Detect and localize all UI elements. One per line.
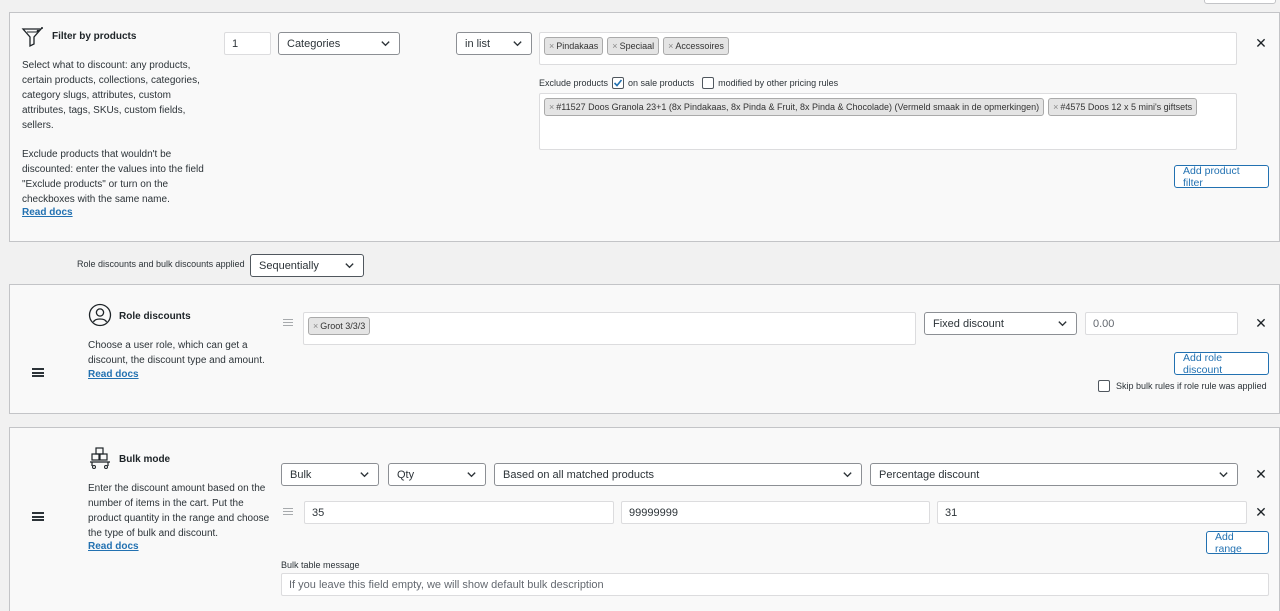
applied-select[interactable]: Sequentially <box>250 254 364 277</box>
skip-bulk-checkbox[interactable] <box>1098 380 1110 392</box>
drag-handle-icon[interactable] <box>283 319 293 326</box>
checkmark-icon <box>613 79 623 87</box>
exclude-row: Exclude products on sale products modifi… <box>539 77 838 89</box>
excluded-product-tag[interactable]: × #11527 Doos Granola 23+1 (8x Pindakaas,… <box>544 98 1045 116</box>
filter-description: Select what to discount: any products, c… <box>22 60 200 131</box>
tag-remove-icon[interactable]: × <box>549 41 554 51</box>
bulk-description: Enter the discount amount based on the n… <box>88 483 270 539</box>
skip-bulk-row: Skip bulk rules if role rule was applied <box>1098 380 1267 392</box>
exclude-products-label: Exclude products <box>539 78 609 88</box>
range-to-input[interactable]: 99999999 <box>621 501 930 524</box>
skip-bulk-label: Skip bulk rules if role rule was applied <box>1116 381 1267 391</box>
applied-value: Sequentially <box>259 259 319 272</box>
bulk-based-value: Based on all matched products <box>503 468 655 481</box>
role-amount-input[interactable]: 0.00 <box>1085 312 1238 335</box>
chevron-down-icon <box>360 472 369 478</box>
excluded-product-tag[interactable]: × #4575 Doos 12 x 5 mini's giftsets <box>1048 98 1198 116</box>
tag-remove-icon[interactable]: × <box>1053 102 1058 112</box>
filter-title: Filter by products <box>52 31 137 42</box>
range-close-icon[interactable]: ✕ <box>1254 505 1268 519</box>
filter-icon <box>21 26 45 48</box>
modified-rules-checkbox[interactable] <box>702 77 715 89</box>
add-range-button[interactable]: Add range <box>1206 531 1269 555</box>
bulk-title: Bulk mode <box>119 454 171 465</box>
bulk-mode-select[interactable]: Bulk <box>281 463 379 486</box>
tag-remove-icon[interactable]: × <box>549 102 554 112</box>
filter-tag[interactable]: × Speciaal <box>607 37 660 55</box>
tag-remove-icon[interactable]: × <box>313 321 318 331</box>
role-tags-box[interactable]: × Groot 3/3/3 <box>303 312 916 345</box>
hamburger-icon[interactable] <box>32 368 44 377</box>
role-discounts-panel: Role discounts Choose a user role, which… <box>9 284 1280 414</box>
filter-tag[interactable]: × Pindakaas <box>544 37 604 55</box>
chevron-down-icon <box>1219 472 1228 478</box>
bulk-based-select[interactable]: Based on all matched products <box>494 463 862 486</box>
bulk-measure-value: Qty <box>397 468 415 481</box>
bulk-mode-value: Bulk <box>290 468 312 481</box>
excluded-products-box[interactable]: × #11527 Doos Granola 23+1 (8x Pindakaas,… <box>539 93 1237 150</box>
top-partial-button[interactable] <box>1204 0 1276 4</box>
role-read-docs-link[interactable]: Read docs <box>88 369 139 380</box>
bulk-message-input[interactable]: If you leave this field empty, we will s… <box>281 573 1269 596</box>
bulk-discount-select[interactable]: Percentage discount <box>870 463 1238 486</box>
user-circle-icon <box>88 303 112 327</box>
role-close-icon[interactable]: ✕ <box>1254 316 1268 330</box>
chevron-down-icon <box>1058 321 1067 327</box>
filter-type-select[interactable]: Categories <box>278 32 400 55</box>
role-description: Choose a user role, which can get a disc… <box>88 340 265 366</box>
tag-remove-icon[interactable]: × <box>668 41 673 51</box>
range-from-input[interactable]: 35 <box>304 501 614 524</box>
chevron-down-icon <box>843 472 852 478</box>
chevron-down-icon <box>513 41 522 47</box>
filter-read-docs-link[interactable]: Read docs <box>22 207 73 218</box>
applied-label: Role discounts and bulk discounts applie… <box>77 259 245 269</box>
chevron-down-icon <box>467 472 476 478</box>
tag-remove-icon[interactable]: × <box>612 41 617 51</box>
role-title: Role discounts <box>119 311 191 322</box>
filter-type-value: Categories <box>287 37 341 50</box>
range-value-input[interactable]: 31 <box>937 501 1247 524</box>
bulk-close-icon[interactable]: ✕ <box>1254 467 1268 481</box>
filter-method-select[interactable]: in list <box>456 32 532 55</box>
bulk-message-label: Bulk table message <box>281 560 360 570</box>
on-sale-checkbox[interactable] <box>612 77 625 89</box>
filter-exclude-description: Exclude products that wouldn't be discou… <box>22 149 204 205</box>
role-discount-type-value: Fixed discount <box>933 317 1004 330</box>
add-role-discount-button[interactable]: Add role discount <box>1174 352 1269 376</box>
bulk-read-docs-link[interactable]: Read docs <box>88 541 139 552</box>
role-discount-type-select[interactable]: Fixed discount <box>924 312 1077 335</box>
modified-rules-label: modified by other pricing rules <box>718 78 839 88</box>
drag-handle-icon[interactable] <box>283 508 293 515</box>
filter-tag[interactable]: × Accessoires <box>663 37 729 55</box>
bulk-measure-select[interactable]: Qty <box>388 463 486 486</box>
filter-qty-input[interactable]: 1 <box>224 32 271 55</box>
filter-method-value: in list <box>465 37 491 50</box>
bulk-boxes-icon <box>88 446 112 470</box>
chevron-down-icon <box>381 41 390 47</box>
bulk-mode-panel: Bulk mode Enter the discount amount base… <box>9 427 1280 611</box>
bulk-discount-value: Percentage discount <box>879 468 980 481</box>
hamburger-icon[interactable] <box>32 512 44 521</box>
role-tag[interactable]: × Groot 3/3/3 <box>308 317 371 335</box>
chevron-down-icon <box>345 263 354 269</box>
on-sale-label: on sale products <box>628 78 695 88</box>
filter-products-panel: Filter by products Select what to discou… <box>9 12 1280 242</box>
filter-tags-box[interactable]: × Pindakaas × Speciaal × Accessoires <box>539 32 1237 65</box>
add-product-filter-button[interactable]: Add product filter <box>1174 165 1269 189</box>
filter-close-icon[interactable]: ✕ <box>1254 36 1268 50</box>
